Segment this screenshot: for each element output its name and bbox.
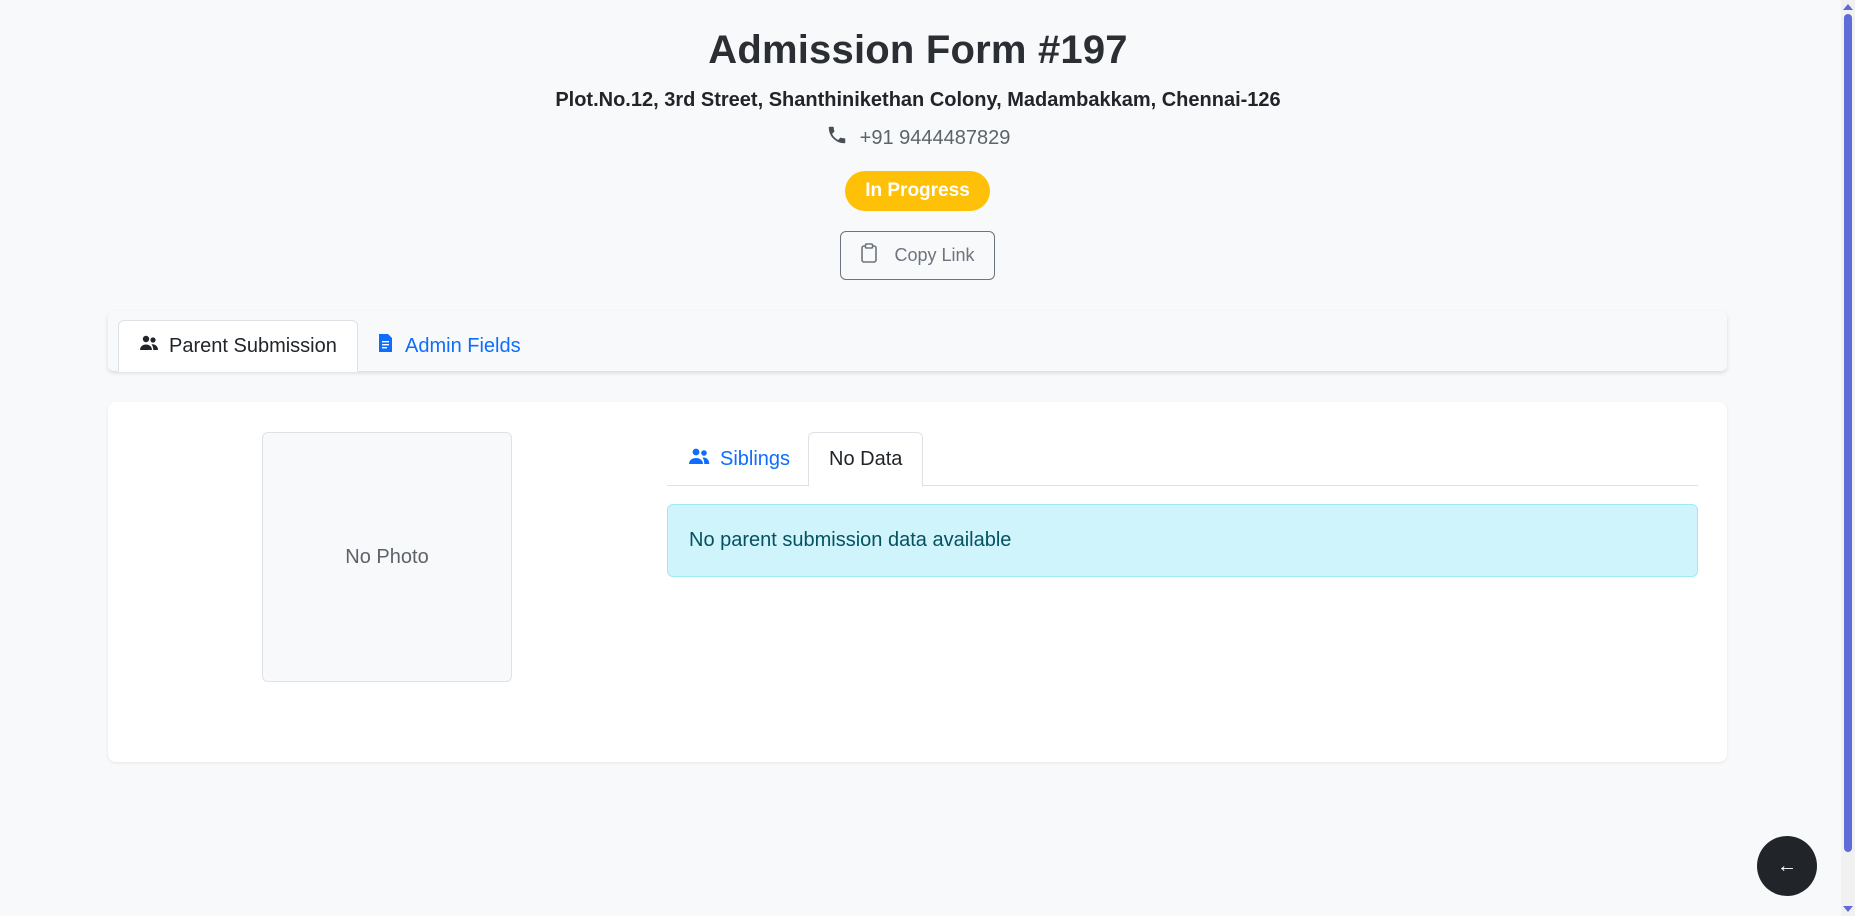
tab-siblings-label: Siblings	[720, 447, 791, 470]
phone-number: +91 9444487829	[859, 126, 1011, 149]
document-icon	[375, 333, 395, 359]
scroll-down-arrow-icon[interactable]	[1843, 906, 1853, 912]
users-icon	[688, 447, 710, 471]
page-title: Admission Form #197	[708, 28, 1128, 72]
photo-placeholder: No Photo	[262, 432, 512, 682]
tab-siblings[interactable]: Siblings	[667, 432, 811, 486]
inner-tabs: Siblings No Data	[667, 432, 1698, 487]
alert-message: No parent submission data available	[689, 529, 1012, 551]
scroll-up-arrow-icon[interactable]	[1843, 4, 1853, 10]
info-alert: No parent submission data available	[667, 504, 1698, 577]
back-button[interactable]: ←	[1757, 836, 1817, 896]
main-tabs: Parent Submission Admin Fields	[108, 311, 1727, 372]
tab-parent-submission[interactable]: Parent Submission	[118, 320, 358, 372]
tab-admin-fields[interactable]: Admin Fields	[354, 320, 542, 372]
phone-icon	[826, 124, 848, 152]
school-address: Plot.No.12, 3rd Street, Shanthinikethan …	[555, 89, 1281, 111]
scroll-thumb[interactable]	[1844, 14, 1852, 852]
users-icon	[139, 333, 159, 359]
tab-no-data[interactable]: No Data	[808, 432, 924, 487]
copy-link-button[interactable]: Copy Link	[840, 231, 995, 280]
no-photo-label: No Photo	[345, 545, 429, 568]
tab-admin-fields-label: Admin Fields	[405, 334, 521, 357]
tab-no-data-label: No Data	[829, 448, 903, 470]
arrow-left-icon: ←	[1777, 854, 1797, 877]
tab-parent-submission-label: Parent Submission	[169, 334, 337, 357]
submission-card: No Photo Siblings No Data No parent subm…	[108, 402, 1727, 762]
status-badge: In Progress	[845, 171, 990, 211]
copy-link-label: Copy Link	[894, 245, 975, 265]
page: Admission Form #197 Plot.No.12, 3rd Stre…	[0, 0, 1855, 916]
scrollbar[interactable]	[1841, 0, 1855, 916]
phone-row: +91 9444487829	[0, 124, 1836, 152]
clipboard-icon	[860, 243, 878, 268]
